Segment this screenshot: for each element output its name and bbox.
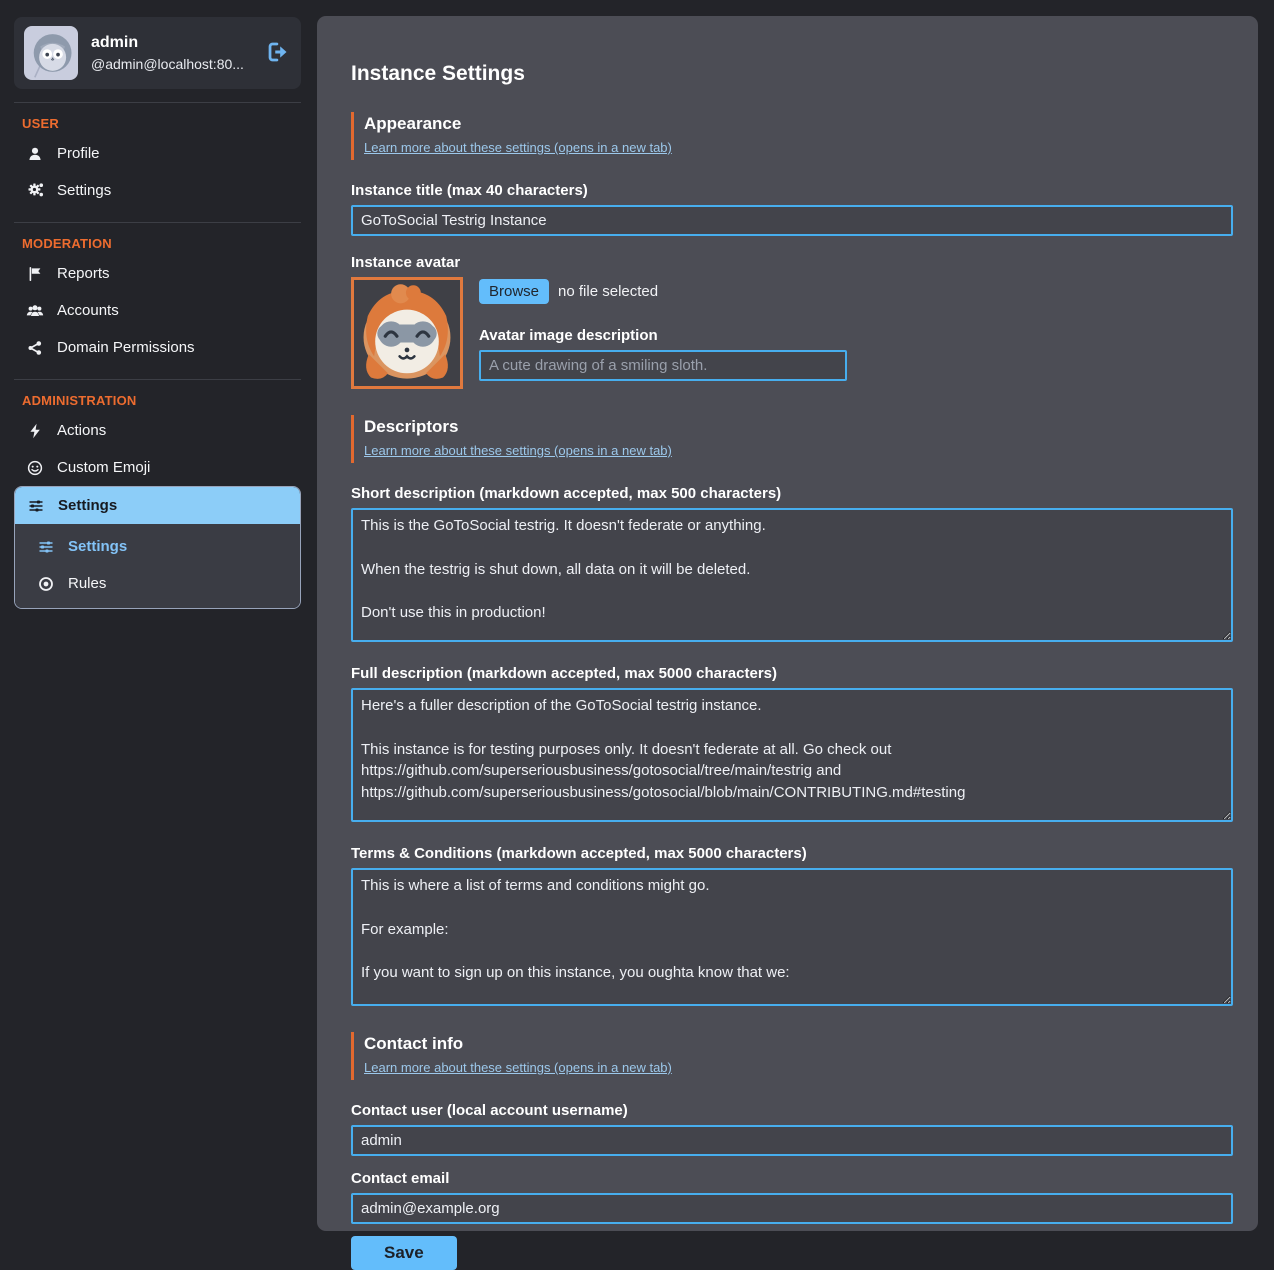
full-description-group: Full description (markdown accepted, max… <box>351 665 1233 822</box>
sidebar-item-label: Custom Emoji <box>57 459 150 476</box>
contact-user-group: Contact user (local account username) <box>351 1102 1233 1156</box>
file-status-text: no file selected <box>558 283 658 300</box>
sidebar-item-accounts[interactable]: Accounts <box>14 292 301 329</box>
sidebar-item-label: Profile <box>57 145 100 162</box>
sidebar-item-domain-permissions[interactable]: Domain Permissions <box>14 329 301 366</box>
bolt-icon <box>26 423 44 439</box>
contact-user-label: Contact user (local account username) <box>351 1102 1233 1119</box>
settings-subnav: Settings Settings <box>14 486 301 609</box>
sidebar-item-label: Domain Permissions <box>57 339 195 356</box>
contact-email-group: Contact email <box>351 1170 1233 1224</box>
user-handle: @admin@localhost:80... <box>91 56 244 72</box>
gears-icon <box>26 182 44 199</box>
save-button[interactable]: Save <box>351 1236 457 1270</box>
sidebar-item-admin-settings[interactable]: Settings <box>15 487 300 524</box>
nav-category-administration: ADMINISTRATION <box>14 380 301 412</box>
section-heading: Contact info <box>364 1034 1233 1054</box>
instance-settings-panel: Instance Settings Appearance Learn more … <box>317 16 1258 1231</box>
smiley-icon <box>26 460 44 476</box>
sidebar-item-label: Reports <box>57 265 110 282</box>
browse-button[interactable]: Browse <box>479 279 549 304</box>
instance-title-input[interactable] <box>351 205 1233 236</box>
sidebar-item-label: Actions <box>57 422 106 439</box>
terms-label: Terms & Conditions (markdown accepted, m… <box>351 845 1233 862</box>
instance-title-label: Instance title (max 40 characters) <box>351 182 1233 199</box>
sloth-avatar-gray-icon <box>24 26 78 80</box>
sidebar-item-user-settings[interactable]: Settings <box>14 172 301 209</box>
short-description-textarea[interactable]: This is the GoToSocial testrig. It doesn… <box>351 508 1233 642</box>
user-icon <box>26 146 44 162</box>
sidebar-item-label: Settings <box>57 182 111 199</box>
section-contact-info: Contact info Learn more about these sett… <box>351 1032 1233 1080</box>
instance-title-field-group: Instance title (max 40 characters) <box>351 182 1233 236</box>
full-description-label: Full description (markdown accepted, max… <box>351 665 1233 682</box>
sidebar-item-actions[interactable]: Actions <box>14 412 301 449</box>
sidebar-item-label: Accounts <box>57 302 119 319</box>
instance-avatar-group: Instance avatar <box>351 254 1233 389</box>
section-descriptors: Descriptors Learn more about these setti… <box>351 415 1233 463</box>
sloth-avatar-orange-icon <box>354 280 460 386</box>
sidebar-item-reports[interactable]: Reports <box>14 255 301 292</box>
short-description-group: Short description (markdown accepted, ma… <box>351 485 1233 642</box>
sidebar-item-profile[interactable]: Profile <box>14 135 301 172</box>
section-heading: Descriptors <box>364 417 1233 437</box>
user-avatar <box>24 26 78 80</box>
contact-email-label: Contact email <box>351 1170 1233 1187</box>
subnav-item-settings[interactable]: Settings <box>15 528 300 565</box>
contact-user-input[interactable] <box>351 1125 1233 1156</box>
flag-icon <box>26 266 44 282</box>
sidebar-item-label: Settings <box>58 497 117 514</box>
sidebar-item-custom-emoji[interactable]: Custom Emoji <box>14 449 301 486</box>
nav-category-user: USER <box>14 103 301 135</box>
section-heading: Appearance <box>364 114 1233 134</box>
instance-avatar-preview <box>351 277 463 389</box>
learn-more-link[interactable]: Learn more about these settings (opens i… <box>364 443 672 458</box>
user-card[interactable]: admin @admin@localhost:80... <box>14 17 301 89</box>
learn-more-link[interactable]: Learn more about these settings (opens i… <box>364 1060 672 1075</box>
share-nodes-icon <box>26 340 44 356</box>
subnav-item-rules[interactable]: Rules <box>15 565 300 602</box>
subnav-item-label: Rules <box>68 575 106 592</box>
learn-more-link[interactable]: Learn more about these settings (opens i… <box>364 140 672 155</box>
short-description-label: Short description (markdown accepted, ma… <box>351 485 1233 502</box>
user-name: admin <box>91 34 244 52</box>
sliders-icon <box>37 539 55 555</box>
terms-group: Terms & Conditions (markdown accepted, m… <box>351 845 1233 1006</box>
avatar-description-input[interactable] <box>479 350 847 381</box>
logout-button[interactable] <box>267 41 289 66</box>
instance-avatar-label: Instance avatar <box>351 254 1233 271</box>
page-title: Instance Settings <box>351 16 1233 86</box>
full-description-textarea[interactable]: Here's a fuller description of the GoToS… <box>351 688 1233 822</box>
avatar-description-label: Avatar image description <box>479 327 847 344</box>
sliders-icon <box>27 498 45 514</box>
sign-out-icon <box>267 41 289 66</box>
section-appearance: Appearance Learn more about these settin… <box>351 112 1233 160</box>
users-icon <box>26 303 44 319</box>
terms-textarea[interactable]: This is where a list of terms and condit… <box>351 868 1233 1006</box>
sidebar: admin @admin@localhost:80... USER Profil… <box>14 17 301 609</box>
contact-email-input[interactable] <box>351 1193 1233 1224</box>
circle-dot-icon <box>37 576 55 592</box>
nav-category-moderation: MODERATION <box>14 223 301 255</box>
subnav-item-label: Settings <box>68 538 127 555</box>
